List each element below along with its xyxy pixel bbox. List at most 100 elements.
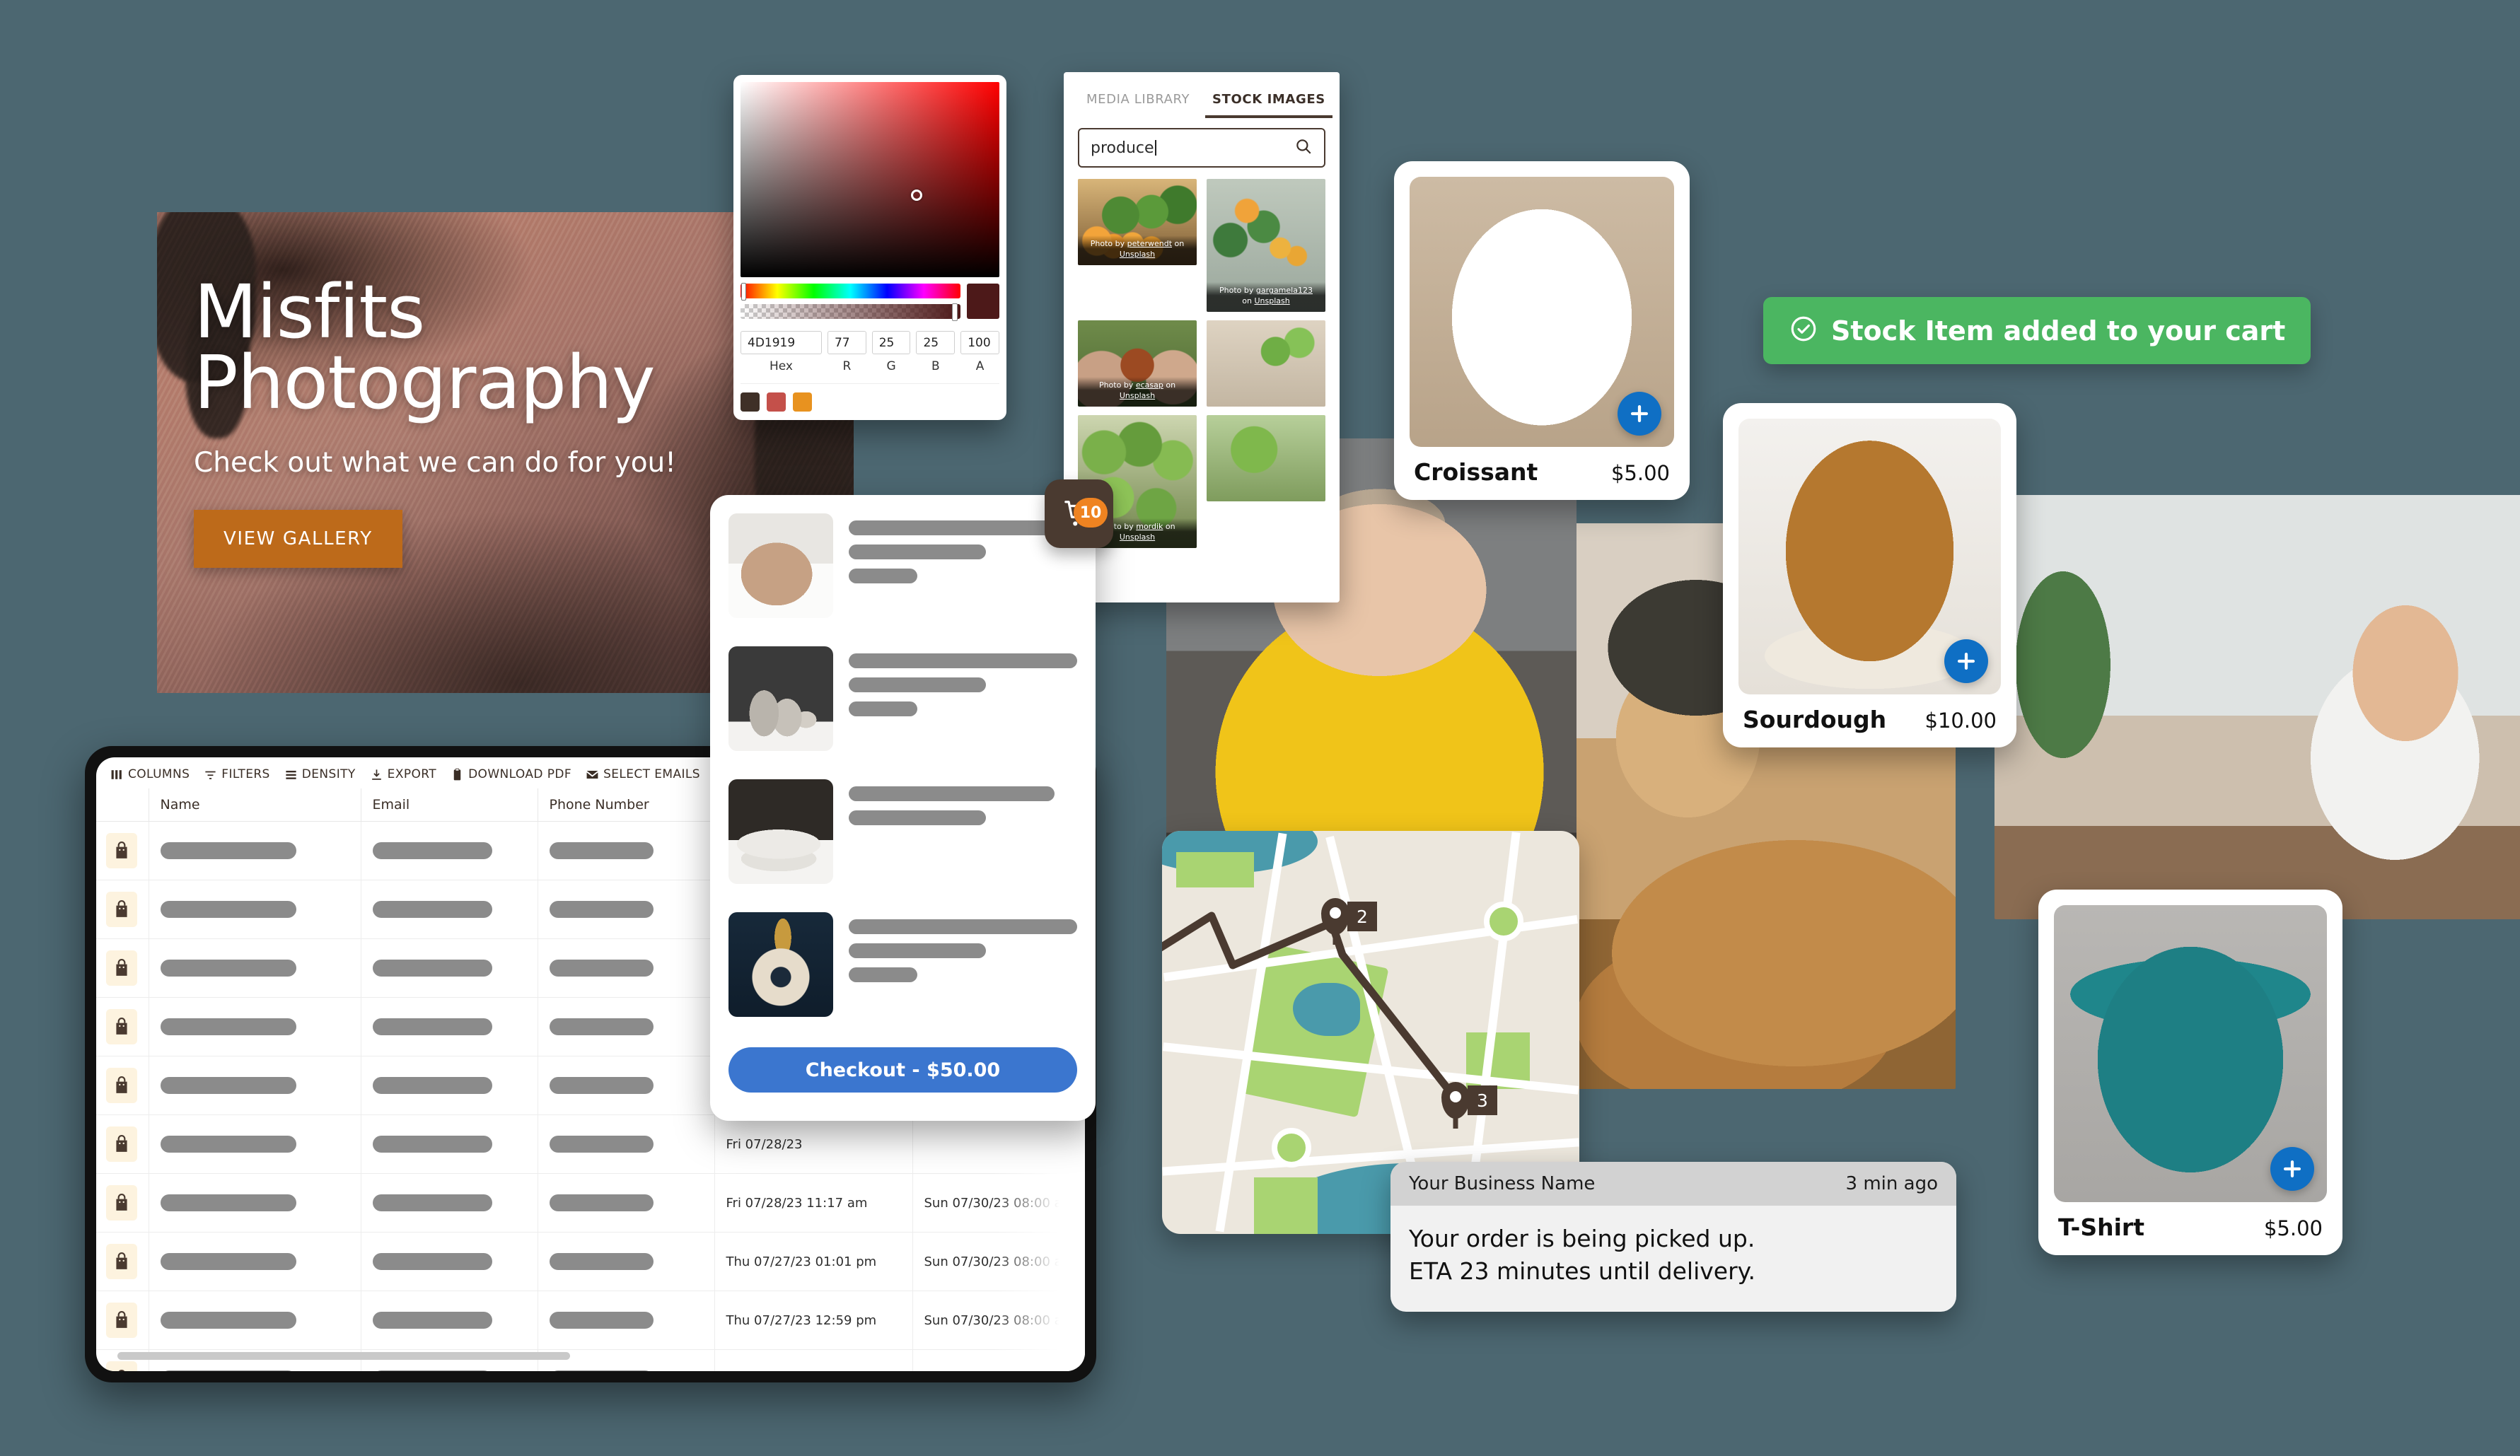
product-image [1738, 419, 2001, 694]
cell-name [149, 821, 361, 880]
cell-start-time: Fri 07/28/23 11:17 am [714, 1173, 913, 1233]
color-handle[interactable] [910, 190, 922, 202]
timestamp: 3 min ago [1845, 1173, 1938, 1194]
envelope-icon [586, 768, 599, 781]
toast-notification: Stock Item added to your cart [1763, 297, 2311, 364]
green-input[interactable]: 25 [871, 331, 911, 354]
cart-item[interactable] [728, 912, 1077, 1017]
check-circle-icon [1789, 314, 1818, 347]
row-icon-cell [96, 821, 149, 880]
saturation-value-area[interactable] [741, 82, 999, 277]
header-email[interactable]: Email [361, 788, 538, 822]
header-phone[interactable]: Phone Number [538, 788, 715, 822]
table-row[interactable]: Fri 07/28/23 11:17 am Sun 07/30/23 08:00 … [96, 1173, 1085, 1233]
product-name: Croissant [1414, 458, 1538, 486]
density-icon [284, 768, 298, 781]
hero-subtitle: Check out what we can do for you! [194, 446, 676, 479]
stock-result-1[interactable]: Photo by peterwendt on Unsplash [1078, 179, 1197, 265]
checkout-button[interactable]: Checkout - $50.00 [728, 1047, 1077, 1093]
stock-result-6[interactable] [1207, 415, 1325, 501]
cell-start-time: Fri 07/28/23 [714, 1114, 913, 1174]
placeholder-bar [849, 943, 986, 958]
cart-panel: Checkout - $50.00 [710, 495, 1096, 1121]
swatch-1[interactable] [741, 392, 760, 412]
redacted-value [549, 1370, 654, 1371]
alpha-label: A [975, 359, 985, 373]
cell-end-time: Sun 07/30/23 08:00 am [912, 1349, 1085, 1371]
swatch-3[interactable] [793, 392, 812, 412]
product-card-sourdough[interactable]: Sourdough $10.00 [1723, 403, 2016, 747]
cart-item[interactable] [728, 646, 1077, 751]
redacted-value [549, 1312, 654, 1329]
swatch-2[interactable] [767, 392, 786, 412]
add-to-cart-button[interactable] [1618, 392, 1661, 436]
add-to-cart-button[interactable] [2270, 1147, 2314, 1191]
cart-item[interactable] [728, 513, 1077, 618]
hex-input[interactable]: 4D1919 [741, 331, 822, 354]
map-pin-label: 3 [1468, 1085, 1497, 1115]
cart-item-details [849, 779, 1077, 834]
redacted-value [549, 1136, 654, 1153]
stock-result-3[interactable]: Photo by ecasap on Unsplash [1078, 320, 1197, 407]
stock-search-input[interactable]: produce [1078, 128, 1325, 168]
blue-field-group: 25 B [916, 331, 956, 373]
row-icon-cell [96, 1114, 149, 1174]
product-card-croissant[interactable]: Croissant $5.00 [1394, 161, 1690, 500]
stock-result-2[interactable]: Photo by gargamela123 on Unsplash [1207, 179, 1325, 312]
table-row[interactable]: Thu 07/27/23 01:01 pm Sun 07/30/23 08:00 … [96, 1232, 1085, 1291]
stock-result-4[interactable] [1207, 320, 1325, 407]
business-name: Your Business Name [1409, 1173, 1596, 1194]
map-pin-icon [1321, 898, 1349, 935]
hue-slider[interactable] [741, 283, 960, 301]
table-row[interactable]: Fri 07/28/23 [96, 1114, 1085, 1174]
header-name[interactable]: Name [149, 788, 361, 822]
blue-input[interactable]: 25 [916, 331, 956, 354]
cell-phone [538, 880, 715, 939]
product-price: $10.00 [1924, 709, 1997, 733]
map-pin-icon [1441, 1082, 1470, 1119]
view-gallery-button[interactable]: VIEW GALLERY [194, 509, 402, 568]
product-card-tshirt[interactable]: T-Shirt $5.00 [2038, 890, 2342, 1255]
cell-name [149, 1056, 361, 1115]
cart-button[interactable]: 10 [1045, 479, 1113, 548]
row-icon-cell [96, 997, 149, 1056]
table-row[interactable]: Thu 07/27/23 12:59 pm Sun 07/30/23 08:00 … [96, 1291, 1085, 1350]
redacted-value [372, 1370, 492, 1371]
placeholder-bar [849, 544, 986, 559]
color-preview-swatch [967, 284, 999, 319]
green-field-group: 25 G [871, 331, 911, 373]
alpha-slider[interactable] [741, 303, 960, 321]
columns-button[interactable]: COLUMNS [110, 767, 190, 781]
add-to-cart-button[interactable] [1944, 639, 1988, 683]
map-pin-2[interactable]: 2 [1321, 898, 1377, 935]
redacted-value [549, 1077, 654, 1094]
cart-item-thumbnail [728, 646, 833, 751]
product-image [2054, 905, 2327, 1202]
export-button[interactable]: EXPORT [370, 767, 436, 781]
cart-item-thumbnail [728, 779, 833, 884]
horizontal-scrollbar[interactable] [117, 1352, 570, 1360]
cart-item[interactable] [728, 779, 1077, 884]
map-pin-3[interactable]: 3 [1441, 1082, 1497, 1119]
select-emails-button[interactable]: SELECT EMAILS [586, 767, 700, 781]
alpha-input[interactable]: 100 [960, 331, 999, 354]
cell-email [361, 938, 538, 998]
tab-stock-images[interactable]: STOCK IMAGES [1205, 88, 1332, 118]
shopping-bag-icon [106, 1068, 137, 1103]
redacted-value [160, 842, 296, 859]
red-input[interactable]: 77 [827, 331, 866, 354]
placeholder-bar [849, 701, 917, 716]
density-button[interactable]: DENSITY [284, 767, 356, 781]
download-pdf-button[interactable]: DOWNLOAD PDF [451, 767, 571, 781]
cell-phone [538, 1114, 715, 1174]
redacted-value [549, 1253, 654, 1270]
cell-end-time: Sun 07/30/23 08:00 am [912, 1291, 1085, 1350]
photo-credit: Photo by gargamela123 on Unsplash [1207, 282, 1325, 312]
redacted-value [549, 901, 654, 918]
redacted-value [549, 1018, 654, 1035]
search-icon[interactable] [1294, 137, 1313, 159]
filters-button[interactable]: FILTERS [204, 767, 269, 781]
tab-media-library[interactable]: MEDIA LIBRARY [1079, 88, 1197, 118]
redacted-value [372, 842, 492, 859]
push-notification[interactable]: Your Business Name 3 min ago Your order … [1390, 1162, 1956, 1312]
